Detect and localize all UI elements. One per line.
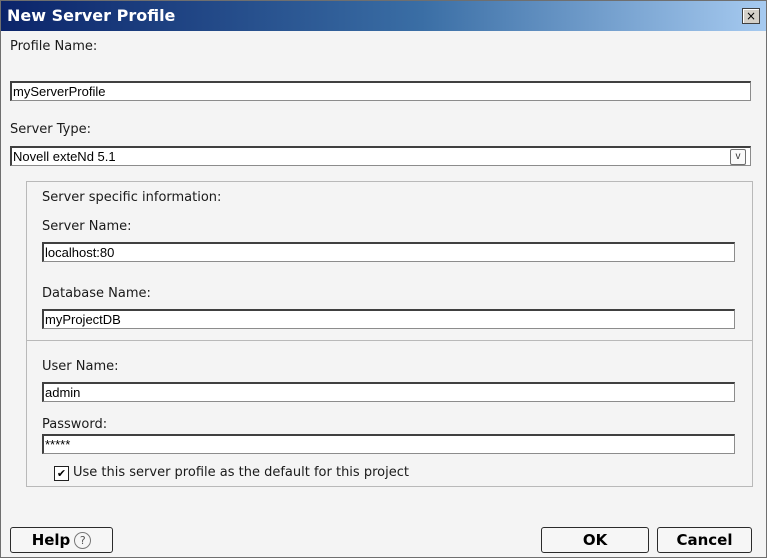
user-name-field[interactable]: admin bbox=[42, 382, 735, 402]
new-server-profile-dialog: New Server Profile × Profile Name: mySer… bbox=[0, 0, 767, 558]
server-type-select[interactable]: Novell exteNd 5.1 v bbox=[10, 146, 751, 166]
server-type-value: Novell exteNd 5.1 bbox=[13, 149, 116, 164]
server-name-label: Server Name: bbox=[42, 219, 132, 234]
server-name-field[interactable]: localhost:80 bbox=[42, 242, 735, 262]
profile-name-field[interactable]: myServerProfile bbox=[10, 81, 751, 101]
title-bar[interactable]: New Server Profile × bbox=[1, 1, 766, 31]
help-icon: ? bbox=[74, 532, 92, 549]
default-profile-label: Use this server profile as the default f… bbox=[73, 465, 409, 480]
server-type-label: Server Type: bbox=[10, 122, 92, 137]
password-field[interactable]: ***** bbox=[42, 434, 735, 454]
database-name-field[interactable]: myProjectDB bbox=[42, 309, 735, 329]
close-button[interactable]: × bbox=[742, 8, 760, 24]
checkmark-icon: ✔ bbox=[56, 467, 67, 480]
ok-button[interactable]: OK bbox=[541, 527, 649, 553]
default-profile-checkbox[interactable]: ✔ bbox=[54, 466, 69, 481]
profile-name-value: myServerProfile bbox=[13, 84, 106, 99]
server-info-heading: Server specific information: bbox=[42, 190, 222, 205]
user-name-value: admin bbox=[45, 385, 81, 400]
close-icon: × bbox=[745, 9, 757, 23]
chevron-down-icon[interactable]: v bbox=[730, 149, 746, 165]
cancel-button[interactable]: Cancel bbox=[657, 527, 752, 553]
dialog-title: New Server Profile bbox=[7, 6, 176, 25]
user-name-label: User Name: bbox=[42, 359, 119, 374]
help-button[interactable]: Help? bbox=[10, 527, 113, 553]
server-name-value: localhost:80 bbox=[45, 245, 115, 260]
database-name-label: Database Name: bbox=[42, 286, 151, 301]
password-value: ***** bbox=[45, 437, 71, 452]
help-button-label: Help bbox=[31, 531, 71, 549]
profile-name-label: Profile Name: bbox=[10, 39, 98, 54]
cancel-button-label: Cancel bbox=[676, 531, 733, 549]
ok-button-label: OK bbox=[582, 531, 608, 549]
database-name-value: myProjectDB bbox=[45, 312, 121, 327]
password-label: Password: bbox=[42, 417, 108, 432]
